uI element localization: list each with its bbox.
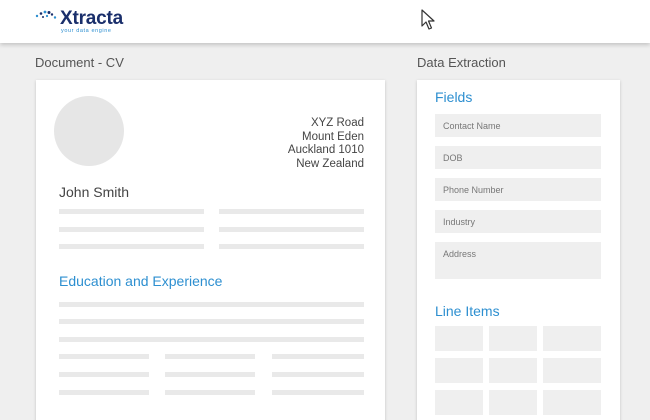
placeholder-line bbox=[59, 302, 364, 307]
dob-field[interactable]: DOB bbox=[435, 146, 601, 169]
cv-document-card: XYZ Road Mount Eden Auckland 1010 New Ze… bbox=[36, 80, 385, 420]
fields-heading: Fields bbox=[435, 89, 473, 105]
logo-tagline: your data engine bbox=[61, 28, 112, 34]
address-line: Mount Eden bbox=[301, 130, 364, 143]
placeholder-line bbox=[165, 354, 255, 359]
placeholder-line bbox=[165, 390, 255, 395]
address-line: XYZ Road bbox=[310, 117, 364, 129]
app-header: Xtracta your data engine bbox=[0, 0, 650, 43]
line-items-heading: Line Items bbox=[435, 303, 500, 319]
avatar bbox=[54, 96, 124, 166]
line-item-cell[interactable] bbox=[435, 326, 483, 351]
line-item-cell[interactable] bbox=[435, 390, 483, 415]
mouse-pointer-icon bbox=[421, 9, 435, 30]
address-block: XYZ Road Mount Eden Auckland 1010 New Ze… bbox=[204, 117, 364, 171]
xtracta-logo[interactable]: Xtracta your data engine bbox=[35, 7, 155, 37]
contact-name-field[interactable]: Contact Name bbox=[435, 114, 601, 137]
candidate-name: John Smith bbox=[59, 184, 130, 200]
address-line: Auckland 1010 bbox=[287, 144, 364, 156]
line-item-cell[interactable] bbox=[543, 358, 601, 383]
placeholder-line bbox=[59, 319, 364, 324]
placeholder-line bbox=[59, 372, 149, 377]
address-field[interactable]: Address bbox=[435, 242, 601, 279]
extraction-section-title: Data Extraction bbox=[417, 55, 506, 70]
placeholder-line bbox=[59, 209, 204, 214]
industry-field[interactable]: Industry bbox=[435, 210, 601, 233]
line-item-cell[interactable] bbox=[543, 326, 601, 351]
education-heading: Education and Experience bbox=[59, 273, 223, 289]
address-line: New Zealand bbox=[296, 157, 364, 170]
placeholder-line bbox=[59, 390, 149, 395]
data-extraction-card: Fields Contact Name DOB Phone Number Ind… bbox=[417, 80, 620, 420]
placeholder-line bbox=[272, 372, 364, 377]
line-item-cell[interactable] bbox=[489, 326, 537, 351]
placeholder-line bbox=[219, 227, 364, 232]
logo-name: Xtracta bbox=[60, 8, 124, 29]
phone-number-field[interactable]: Phone Number bbox=[435, 178, 601, 201]
placeholder-line bbox=[59, 354, 149, 359]
placeholder-line bbox=[219, 209, 364, 214]
placeholder-line bbox=[59, 337, 364, 342]
logo-dots-icon bbox=[35, 10, 57, 19]
placeholder-line bbox=[272, 390, 364, 395]
placeholder-line bbox=[59, 244, 204, 249]
placeholder-line bbox=[165, 372, 255, 377]
line-item-cell[interactable] bbox=[543, 390, 601, 415]
line-item-cell[interactable] bbox=[489, 358, 537, 383]
line-item-cell[interactable] bbox=[489, 390, 537, 415]
document-section-title: Document - CV bbox=[35, 55, 124, 70]
placeholder-line bbox=[219, 244, 364, 249]
placeholder-line bbox=[272, 354, 364, 359]
placeholder-line bbox=[59, 227, 204, 232]
line-item-cell[interactable] bbox=[435, 358, 483, 383]
